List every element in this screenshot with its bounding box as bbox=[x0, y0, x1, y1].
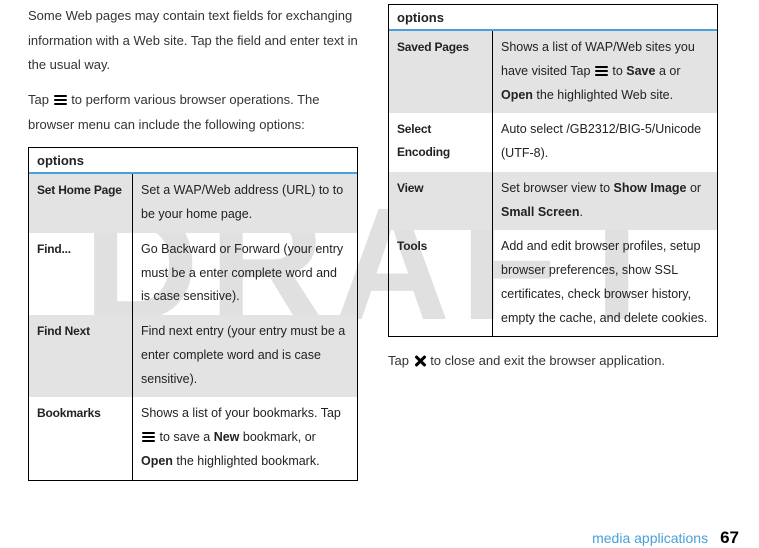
page-footer: media applications 67 bbox=[0, 528, 759, 548]
option-description: Find next entry (your entry must be a en… bbox=[133, 315, 358, 397]
table-row: Set Home PageSet a WAP/Web address (URL)… bbox=[29, 174, 358, 233]
option-description: Shows a list of your bookmarks. Tap to s… bbox=[133, 397, 358, 480]
right-column: options Saved PagesShows a list of WAP/W… bbox=[388, 4, 718, 481]
text: Tap bbox=[28, 92, 53, 107]
table-row: Find NextFind next entry (your entry mus… bbox=[29, 315, 358, 397]
option-description: Set browser view to Show Image or Small … bbox=[493, 172, 718, 231]
option-label: Saved Pages bbox=[389, 31, 493, 113]
tap-menu-paragraph: Tap to perform various browser operation… bbox=[28, 88, 358, 137]
option-label: Find Next bbox=[29, 315, 133, 397]
text: . bbox=[580, 205, 583, 219]
intro-paragraph: Some Web pages may contain text fields f… bbox=[28, 4, 358, 78]
text: Shows a list of your bookmarks. Tap bbox=[141, 406, 341, 420]
option-description: Add and edit browser profiles, setup bro… bbox=[493, 230, 718, 337]
option-description: Auto select /GB2312/BIG-5/Unicode (UTF-8… bbox=[493, 113, 718, 172]
options-table-body-left: Set Home PageSet a WAP/Web address (URL)… bbox=[29, 174, 358, 480]
bold-text: New bbox=[214, 430, 240, 444]
text: to save a bbox=[156, 430, 214, 444]
option-label: View bbox=[389, 172, 493, 231]
left-column: Some Web pages may contain text fields f… bbox=[28, 4, 358, 481]
bold-text: Save bbox=[626, 64, 655, 78]
page-number: 67 bbox=[720, 528, 739, 548]
text: to bbox=[609, 64, 626, 78]
table-row: BookmarksShows a list of your bookmarks.… bbox=[29, 397, 358, 480]
text: the highlighted Web site. bbox=[533, 88, 673, 102]
text: to close and exit the browser applicatio… bbox=[427, 353, 665, 368]
text: Auto select /GB2312/BIG-5/Unicode (UTF-8… bbox=[501, 122, 701, 160]
menu-icon bbox=[595, 66, 608, 76]
text: a or bbox=[655, 64, 680, 78]
table-row: ToolsAdd and edit browser profiles, setu… bbox=[389, 230, 718, 337]
close-icon bbox=[414, 355, 426, 367]
bold-text: Open bbox=[141, 454, 173, 468]
options-table-header: options bbox=[29, 148, 358, 173]
option-label: Bookmarks bbox=[29, 397, 133, 480]
text: bookmark, or bbox=[239, 430, 315, 444]
options-table-header: options bbox=[389, 5, 718, 30]
option-description: Shows a list of WAP/Web sites you have v… bbox=[493, 31, 718, 113]
text: Go Backward or Forward (your entry must … bbox=[141, 242, 343, 304]
menu-icon bbox=[142, 432, 155, 442]
table-row: Find...Go Backward or Forward (your entr… bbox=[29, 233, 358, 315]
options-table-right: options Saved PagesShows a list of WAP/W… bbox=[388, 4, 718, 337]
options-table-left: options Set Home PageSet a WAP/Web addre… bbox=[28, 147, 358, 480]
text: Set browser view to bbox=[501, 181, 614, 195]
bold-text: Open bbox=[501, 88, 533, 102]
table-row: ViewSet browser view to Show Image or Sm… bbox=[389, 172, 718, 231]
text: or bbox=[686, 181, 701, 195]
text: to perform various browser operations. T… bbox=[28, 92, 320, 132]
bold-text: Small Screen bbox=[501, 205, 580, 219]
table-row: Select EncodingAuto select /GB2312/BIG-5… bbox=[389, 113, 718, 172]
option-label: Select Encoding bbox=[389, 113, 493, 172]
options-table-body-right: Saved PagesShows a list of WAP/Web sites… bbox=[389, 31, 718, 337]
close-paragraph: Tap to close and exit the browser applic… bbox=[388, 349, 718, 374]
option-description: Set a WAP/Web address (URL) to to be you… bbox=[133, 174, 358, 233]
bold-text: Show Image bbox=[614, 181, 687, 195]
table-row: Saved PagesShows a list of WAP/Web sites… bbox=[389, 31, 718, 113]
option-label: Find... bbox=[29, 233, 133, 315]
text: Set a WAP/Web address (URL) to to be you… bbox=[141, 183, 343, 221]
text: Add and edit browser profiles, setup bro… bbox=[501, 239, 707, 324]
option-label: Tools bbox=[389, 230, 493, 337]
section-label: media applications bbox=[592, 530, 708, 546]
menu-icon bbox=[54, 95, 67, 105]
text: Find next entry (your entry must be a en… bbox=[141, 324, 345, 386]
option-label: Set Home Page bbox=[29, 174, 133, 233]
option-description: Go Backward or Forward (your entry must … bbox=[133, 233, 358, 315]
text: Tap bbox=[388, 353, 413, 368]
text: the highlighted bookmark. bbox=[173, 454, 320, 468]
